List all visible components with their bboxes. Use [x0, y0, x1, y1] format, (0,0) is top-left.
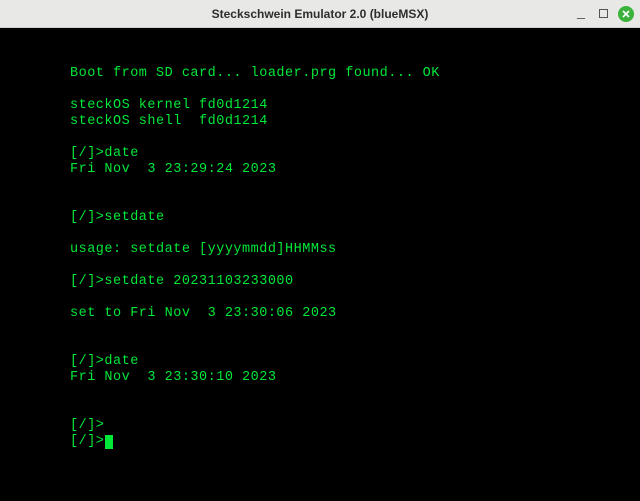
terminal-line [70, 178, 640, 194]
terminal-prompt-line: [/]> [70, 434, 640, 450]
terminal-line: [/]>setdate [70, 210, 640, 226]
terminal-prompt: [/]> [70, 434, 104, 449]
terminal-line: Fri Nov 3 23:29:24 2023 [70, 162, 640, 178]
terminal-line: steckOS kernel fd0d1214 [70, 98, 640, 114]
terminal-line: Boot from SD card... loader.prg found...… [70, 66, 640, 82]
terminal-line: [/]> [70, 418, 640, 434]
close-icon[interactable] [618, 6, 634, 22]
window-title: Steckschwein Emulator 2.0 (blueMSX) [212, 7, 429, 21]
terminal-line [70, 82, 640, 98]
terminal-line [70, 130, 640, 146]
terminal-screen[interactable]: Boot from SD card... loader.prg found...… [0, 28, 640, 501]
window-controls: _ [574, 6, 634, 22]
terminal-line: steckOS shell fd0d1214 [70, 114, 640, 130]
terminal-line: usage: setdate [yyyymmdd]HHMMss [70, 242, 640, 258]
terminal-line [70, 386, 640, 402]
terminal-line: Fri Nov 3 23:30:10 2023 [70, 370, 640, 386]
terminal-line [70, 402, 640, 418]
terminal-line [70, 226, 640, 242]
terminal-line: set to Fri Nov 3 23:30:06 2023 [70, 306, 640, 322]
cursor-icon [105, 435, 113, 449]
terminal-line [70, 290, 640, 306]
terminal-line: [/]>date [70, 146, 640, 162]
terminal-line [70, 322, 640, 338]
terminal-line [70, 338, 640, 354]
terminal-line: [/]>setdate 20231103233000 [70, 274, 640, 290]
terminal-line: [/]>date [70, 354, 640, 370]
minimize-icon[interactable]: _ [574, 7, 588, 21]
maximize-icon[interactable] [596, 7, 610, 21]
terminal-line [70, 258, 640, 274]
window-titlebar: Steckschwein Emulator 2.0 (blueMSX) _ [0, 0, 640, 28]
terminal-line [70, 194, 640, 210]
